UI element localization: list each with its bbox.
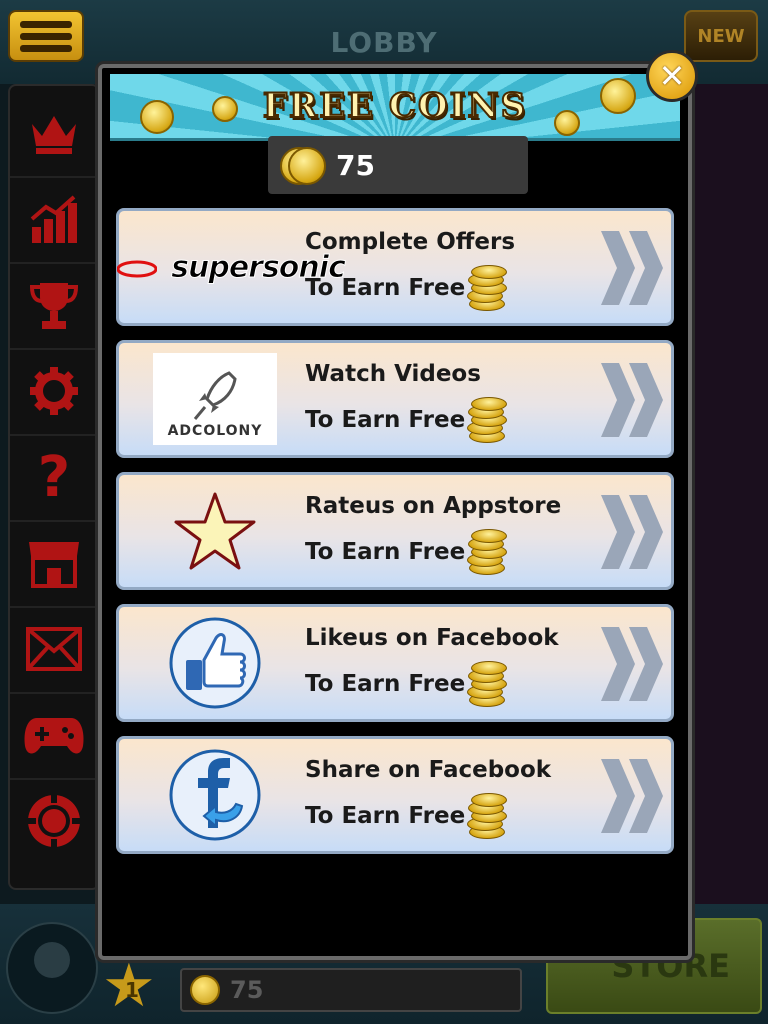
help-icon[interactable]: ? bbox=[10, 434, 98, 522]
background-game-area bbox=[690, 84, 768, 904]
modal-header: FREE COINS bbox=[110, 74, 680, 141]
gamepad-icon[interactable] bbox=[10, 692, 98, 780]
bottom-coin-balance: 75 bbox=[180, 968, 522, 1012]
offer-title: Rateus on Appstore bbox=[305, 493, 562, 519]
offer-rate-appstore[interactable]: Rateus on Appstore To Earn Free bbox=[116, 472, 674, 590]
lobby-title: LOBBY bbox=[330, 26, 438, 59]
offer-subtitle: To Earn Free bbox=[305, 671, 466, 697]
offer-title: Likeus on Facebook bbox=[305, 625, 559, 651]
chevron-right-icon bbox=[601, 759, 663, 833]
adcolony-logo: ADCOLONY bbox=[153, 353, 277, 445]
bottom-coin-value: 75 bbox=[230, 976, 264, 1004]
facebook-share-icon bbox=[153, 749, 277, 841]
chevron-right-icon bbox=[601, 495, 663, 569]
rocket-icon bbox=[193, 371, 237, 420]
trophy-icon[interactable] bbox=[10, 262, 98, 350]
modal-title: FREE COINS bbox=[262, 85, 528, 127]
offer-title: Watch Videos bbox=[305, 361, 481, 387]
mail-icon[interactable] bbox=[10, 606, 98, 694]
close-icon: ✕ bbox=[658, 57, 686, 95]
coin-stack-icon bbox=[463, 395, 509, 443]
adcolony-logo-text: ADCOLONY bbox=[167, 423, 263, 439]
coin-stack-icon bbox=[463, 527, 509, 575]
gear-icon[interactable] bbox=[10, 348, 98, 436]
new-badge-button[interactable]: NEW bbox=[684, 10, 758, 62]
coin-balance: 75 bbox=[268, 136, 528, 194]
stats-icon[interactable] bbox=[10, 176, 98, 264]
crown-icon[interactable] bbox=[10, 90, 98, 178]
coin-balance-value: 75 bbox=[336, 148, 375, 182]
star-icon bbox=[153, 485, 277, 577]
poker-chip-icon[interactable] bbox=[10, 778, 98, 864]
coin-stack-icon bbox=[463, 791, 509, 839]
offer-subtitle: To Earn Free bbox=[305, 275, 466, 301]
sidebar: ? bbox=[8, 84, 100, 890]
new-badge-label: NEW bbox=[697, 25, 745, 47]
coin-stack-icon bbox=[463, 659, 509, 707]
close-button[interactable]: ✕ bbox=[646, 50, 698, 102]
offer-title: Complete Offers bbox=[305, 229, 516, 255]
coins-icon bbox=[276, 143, 328, 187]
offer-like-facebook[interactable]: Likeus on Facebook To Earn Free bbox=[116, 604, 674, 722]
offer-title: Share on Facebook bbox=[305, 757, 552, 783]
coin-stack-icon bbox=[463, 263, 509, 311]
offer-share-facebook[interactable]: Share on Facebook To Earn Free bbox=[116, 736, 674, 854]
offer-subtitle: To Earn Free bbox=[305, 803, 466, 829]
chevron-right-icon bbox=[601, 627, 663, 701]
coin-icon bbox=[190, 975, 220, 1005]
offer-watch-videos[interactable]: ADCOLONY Watch Videos To Earn Free bbox=[116, 340, 674, 458]
offer-subtitle: To Earn Free bbox=[305, 407, 466, 433]
chevron-right-icon bbox=[601, 363, 663, 437]
offer-subtitle: To Earn Free bbox=[305, 539, 466, 565]
level-number: 1 bbox=[125, 978, 139, 1002]
shop-icon[interactable] bbox=[10, 520, 98, 608]
chevron-right-icon bbox=[601, 231, 663, 305]
avatar[interactable] bbox=[6, 922, 98, 1014]
thumbs-up-icon bbox=[153, 617, 277, 709]
offer-complete-offers[interactable]: supersonic Complete Offers To Earn Free bbox=[116, 208, 674, 326]
